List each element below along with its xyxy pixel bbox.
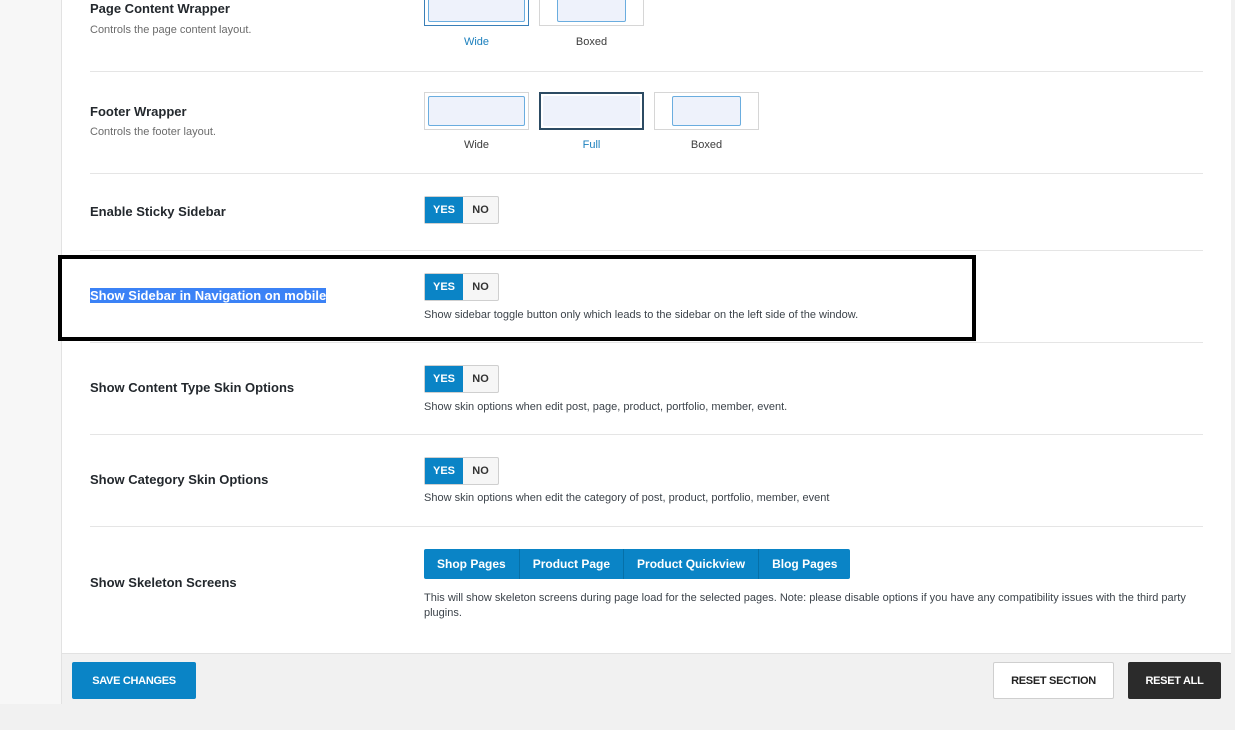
reset-all-button[interactable]: RESET ALL — [1128, 662, 1221, 699]
layout-option-boxed[interactable] — [654, 92, 759, 130]
layout-preview — [672, 96, 741, 126]
save-changes-button[interactable]: SAVE CHANGES — [72, 662, 196, 699]
row-footer-wrapper: Footer Wrapper Controls the footer layou… — [90, 72, 1203, 174]
sticky-sidebar-toggle[interactable]: YES NO — [424, 196, 499, 224]
layout-option-label: Wide — [463, 139, 490, 151]
layout-option-wide[interactable] — [424, 0, 529, 26]
category-skin-toggle[interactable]: YES NO — [424, 457, 499, 485]
layout-option-label: Boxed — [575, 36, 608, 48]
page-bottom-strip — [0, 704, 1235, 730]
layout-preview — [428, 0, 525, 22]
toggle-no[interactable]: NO — [463, 197, 498, 223]
toggle-no[interactable]: NO — [463, 366, 498, 392]
row-title: Show Content Type Skin Options — [90, 380, 295, 395]
layout-option-boxed[interactable] — [539, 0, 644, 26]
layout-preview — [557, 0, 626, 22]
toggle-no[interactable]: NO — [463, 458, 498, 484]
left-gutter — [0, 0, 62, 704]
skeleton-product-page-button[interactable]: Product Page — [519, 549, 625, 579]
row-description: This will show skeleton screens during p… — [424, 592, 1186, 619]
row-skeleton-screens: Show Skeleton Screens Shop Pages Product… — [90, 527, 1203, 653]
skeleton-shop-pages-button[interactable]: Shop Pages — [424, 549, 520, 579]
layout-option-full[interactable] — [539, 92, 644, 130]
layout-preview — [428, 96, 525, 126]
row-title: Page Content Wrapper — [90, 1, 230, 16]
row-page-content-wrapper: Page Content Wrapper Controls the page c… — [90, 0, 1203, 72]
row-title: Show Skeleton Screens — [90, 575, 237, 590]
footer-action-bar: SAVE CHANGES RESET SECTION RESET ALL — [62, 653, 1231, 704]
layout-preview — [543, 96, 640, 126]
reset-section-button[interactable]: RESET SECTION — [993, 662, 1114, 699]
layout-option-label: Wide — [463, 36, 490, 48]
row-content-skin: Show Content Type Skin Options YES NO Sh… — [90, 343, 1203, 435]
row-subtitle: Controls the page content layout. — [90, 24, 252, 36]
toggle-yes[interactable]: YES — [425, 458, 463, 484]
annotation-highlight-box — [58, 255, 976, 341]
skeleton-button-group: Shop Pages Product Page Product Quickvie… — [424, 549, 851, 579]
row-category-skin: Show Category Skin Options YES NO Show s… — [90, 435, 1203, 527]
row-title: Show Category Skin Options — [90, 472, 269, 487]
toggle-yes[interactable]: YES — [425, 366, 463, 392]
row-description: Show skin options when edit post, page, … — [424, 401, 788, 413]
row-title: Footer Wrapper — [90, 104, 187, 119]
row-description: Show skin options when edit the category… — [424, 492, 830, 504]
content-skin-toggle[interactable]: YES NO — [424, 365, 499, 393]
skeleton-blog-pages-button[interactable]: Blog Pages — [759, 549, 851, 579]
row-subtitle: Controls the footer layout. — [90, 126, 216, 138]
skeleton-product-quickview-button[interactable]: Product Quickview — [624, 549, 760, 579]
row-sticky-sidebar: Enable Sticky Sidebar YES NO — [90, 174, 1203, 251]
layout-option-label: Boxed — [690, 139, 723, 151]
layout-option-label: Full — [582, 139, 601, 151]
layout-option-wide[interactable] — [424, 92, 529, 130]
right-edge — [1231, 0, 1235, 730]
toggle-yes[interactable]: YES — [425, 197, 463, 223]
row-title: Enable Sticky Sidebar — [90, 204, 226, 219]
